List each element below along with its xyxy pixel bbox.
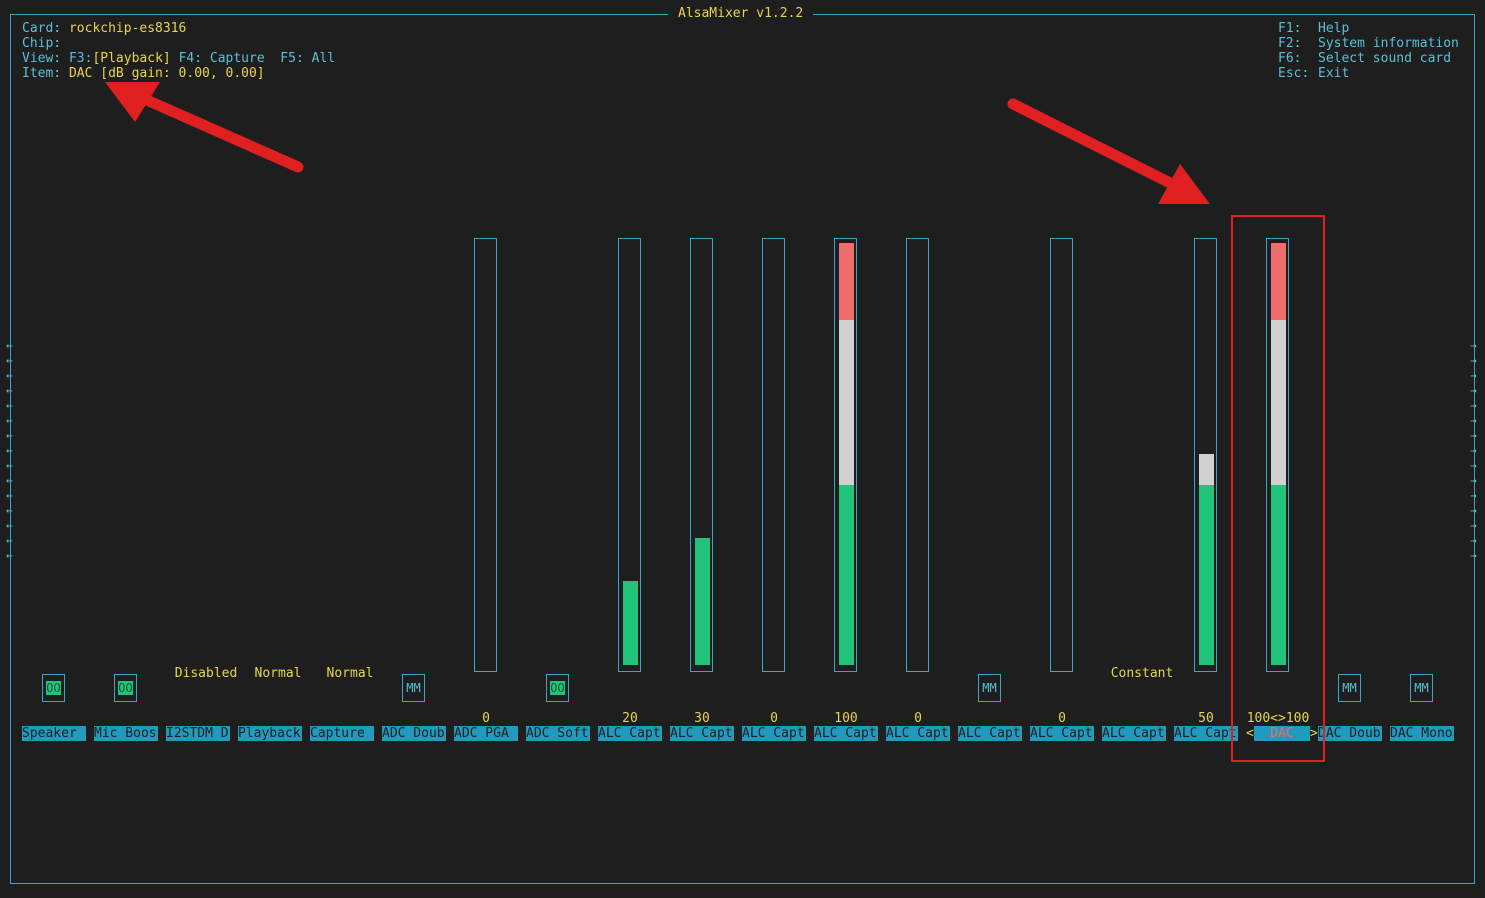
volume-bar[interactable] — [834, 238, 857, 672]
enum-value[interactable]: Disabled — [170, 666, 242, 681]
control-label[interactable]: I2STDM D — [166, 726, 230, 741]
control-label[interactable]: ALC Capt — [670, 726, 734, 741]
item-label: Item: — [22, 66, 62, 81]
control-label[interactable]: ALC Capt — [1102, 726, 1166, 741]
volume-bar[interactable] — [762, 238, 785, 672]
card-line: Card: rockchip-es8316 — [22, 21, 186, 36]
volume-fill-low — [695, 538, 710, 665]
mute-switch[interactable]: MM — [1338, 674, 1361, 702]
switch-state: MM — [982, 681, 997, 695]
enum-value[interactable]: Normal — [314, 666, 386, 681]
item-value: DAC [dB gain: 0.00, 0.00] — [68, 66, 265, 81]
control-label[interactable]: ADC PGA — [454, 726, 518, 741]
volume-value: 100 — [834, 711, 858, 726]
volume-value: 30 — [694, 711, 710, 726]
view-playback[interactable]: [Playback] — [92, 51, 170, 66]
volume-value: 0 — [914, 711, 922, 726]
volume-value: 0 — [482, 711, 490, 726]
switch-state: MM — [406, 681, 421, 695]
card-label: Card: — [22, 21, 62, 36]
help-line: F6: Select sound card — [1278, 51, 1451, 66]
help-line: Esc: Exit — [1278, 66, 1349, 81]
mute-switch[interactable]: MM — [1410, 674, 1433, 702]
item-line: Item: DAC [dB gain: 0.00, 0.00] — [22, 66, 265, 81]
volume-bar[interactable] — [906, 238, 929, 672]
volume-value: 0 — [1058, 711, 1066, 726]
scroll-left-indicator[interactable]: ← ← ← ← ← ← ← ← ← ← ← ← ← ← ← — [6, 338, 13, 563]
scroll-right-indicator[interactable]: → → → → → → → → → → → → → → → — [1470, 338, 1477, 563]
control-label[interactable]: ALC Capt — [1174, 726, 1238, 741]
help-text: Select sound card — [1318, 51, 1452, 66]
control-label[interactable]: DAC Doub — [1318, 726, 1382, 741]
volume-fill-low — [1199, 485, 1214, 665]
control-label[interactable]: Playback — [238, 726, 302, 741]
control-label[interactable]: Mic Boos — [94, 726, 158, 741]
volume-fill-mid — [1199, 454, 1214, 485]
control-label[interactable]: ALC Capt — [958, 726, 1022, 741]
control-label[interactable]: ALC Capt — [814, 726, 878, 741]
view-other-modes[interactable]: F4: Capture F5: All — [179, 51, 336, 66]
switch-on[interactable]: OO — [114, 674, 137, 702]
control-label[interactable]: ADC Soft — [526, 726, 590, 741]
control-label[interactable]: DAC Mono — [1390, 726, 1454, 741]
volume-fill-low — [839, 485, 854, 665]
switch-on[interactable]: OO — [42, 674, 65, 702]
help-key[interactable]: F6: — [1278, 51, 1318, 66]
annotation-highlight-box — [1231, 215, 1325, 762]
volume-value: 0 — [770, 711, 778, 726]
mute-switch[interactable]: MM — [402, 674, 425, 702]
help-text: Help — [1318, 21, 1350, 36]
switch-state: MM — [1414, 681, 1429, 695]
volume-value: 20 — [622, 711, 638, 726]
help-key[interactable]: Esc: — [1278, 66, 1318, 81]
volume-fill-mid — [839, 320, 854, 485]
help-key[interactable]: F1: — [1278, 21, 1318, 36]
volume-bar[interactable] — [690, 238, 713, 672]
volume-bar[interactable] — [474, 238, 497, 672]
card-value: rockchip-es8316 — [68, 21, 187, 36]
view-f3-key[interactable]: F3: — [69, 51, 92, 66]
chip-line: Chip: — [22, 36, 69, 51]
control-label[interactable]: ADC Doub — [382, 726, 446, 741]
volume-fill-low — [623, 581, 638, 665]
enum-value[interactable]: Normal — [242, 666, 314, 681]
view-label: View: — [22, 51, 62, 66]
enum-value[interactable]: Constant — [1106, 666, 1178, 681]
switch-state: MM — [1342, 681, 1357, 695]
mute-switch[interactable]: MM — [978, 674, 1001, 702]
control-label[interactable]: ALC Capt — [742, 726, 806, 741]
volume-bar[interactable] — [1050, 238, 1073, 672]
help-text: System information — [1318, 36, 1459, 51]
view-line: View: F3:[Playback] F4: Capture F5: All — [22, 51, 335, 66]
volume-bar[interactable] — [1194, 238, 1217, 672]
app-title: AlsaMixer v1.2.2 — [668, 6, 814, 21]
help-line: F1: Help — [1278, 21, 1349, 36]
volume-fill-high — [839, 243, 854, 320]
switch-state: OO — [46, 681, 61, 695]
switch-on[interactable]: OO — [546, 674, 569, 702]
help-text: Exit — [1318, 66, 1350, 81]
help-key[interactable]: F2: — [1278, 36, 1318, 51]
help-line: F2: System information — [1278, 36, 1459, 51]
control-label[interactable]: Speaker — [22, 726, 86, 741]
control-label[interactable]: ALC Capt — [886, 726, 950, 741]
switch-state: OO — [550, 681, 565, 695]
control-label[interactable]: ALC Capt — [1030, 726, 1094, 741]
control-label[interactable]: Capture — [310, 726, 374, 741]
switch-state: OO — [118, 681, 133, 695]
chip-label: Chip: — [22, 36, 62, 51]
volume-bar[interactable] — [618, 238, 641, 672]
control-label[interactable]: ALC Capt — [598, 726, 662, 741]
